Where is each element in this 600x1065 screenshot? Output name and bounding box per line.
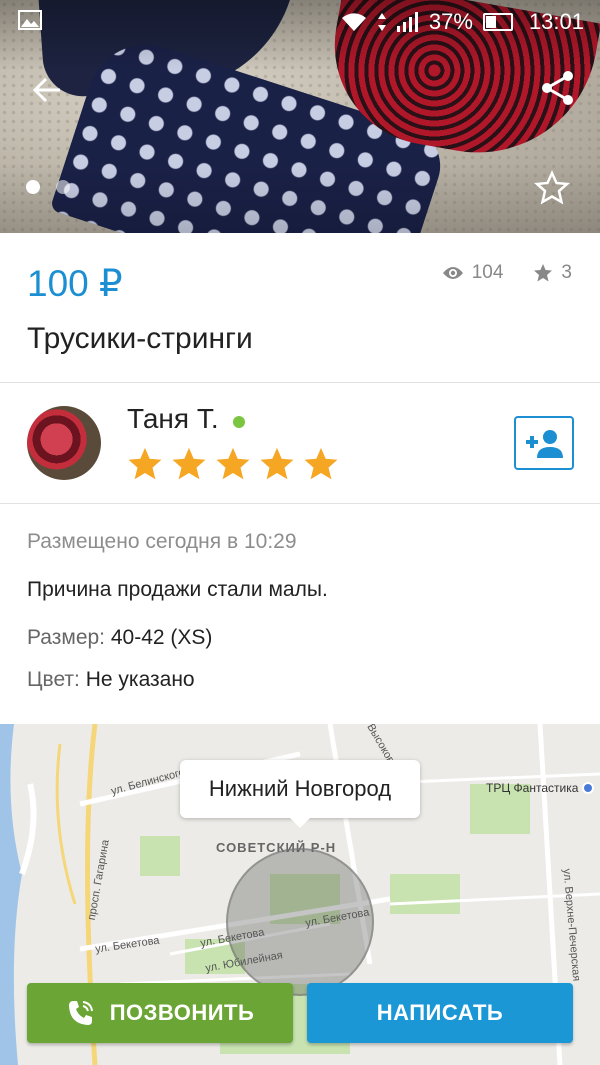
poi-label[interactable]: ТРЦ Фантастика — [486, 781, 595, 795]
star-icon — [534, 264, 553, 282]
divider — [0, 382, 600, 383]
rating-star-icon — [128, 447, 162, 480]
favorite-star-icon[interactable] — [532, 168, 572, 208]
gallery-dot[interactable] — [56, 180, 70, 194]
online-indicator — [233, 416, 245, 428]
rating-star-icon — [260, 447, 294, 480]
avatar[interactable] — [27, 406, 101, 480]
size-row: Размер: 40-42 (XS) — [27, 626, 212, 650]
gallery-dot[interactable] — [26, 180, 40, 194]
write-button[interactable]: НАПИСАТЬ — [307, 983, 573, 1043]
color-row: Цвет: Не указано — [27, 668, 195, 692]
status-bar: 37% 13:01 — [0, 0, 600, 44]
data-arrows-icon — [377, 13, 386, 31]
poi-name: ТРЦ Фантастика — [486, 781, 579, 795]
phone-icon — [68, 1001, 93, 1025]
listing-stats: 104 3 — [442, 262, 572, 284]
add-contact-button[interactable] — [514, 416, 574, 470]
views-count: 104 — [471, 262, 504, 283]
clock: 13:01 — [528, 9, 584, 34]
rating-star-icon — [216, 447, 250, 480]
size-value: 40-42 (XS) — [110, 626, 213, 649]
seller-name[interactable]: Таня Т. — [127, 403, 219, 435]
color-value: Не указано — [85, 668, 195, 691]
divider — [0, 503, 600, 504]
call-button[interactable]: ПОЗВОНИТЬ — [27, 983, 293, 1043]
listing-title: Трусики-стринги — [27, 322, 253, 355]
add-person-icon — [526, 430, 563, 458]
signal-icon — [396, 12, 418, 32]
rating-star-icon — [172, 447, 206, 480]
favorites-count: 3 — [561, 262, 572, 283]
write-button-label: НАПИСАТЬ — [376, 1000, 504, 1025]
posted-date: Размещено сегодня в 10:29 — [27, 530, 297, 553]
gallery-icon — [18, 10, 42, 30]
wifi-icon — [341, 13, 366, 31]
rating-star-icon — [304, 447, 338, 480]
gallery-indicator — [26, 180, 70, 194]
city-tooltip: Нижний Новгород — [180, 760, 420, 828]
location-radius — [226, 848, 374, 996]
battery-icon — [482, 13, 513, 31]
color-label: Цвет: — [27, 668, 80, 691]
map-pin-icon — [582, 782, 595, 794]
back-arrow-icon[interactable] — [28, 70, 68, 110]
battery-percent: 37% — [428, 9, 473, 34]
size-label: Размер: — [27, 626, 106, 649]
share-icon[interactable] — [538, 68, 578, 108]
call-button-label: ПОЗВОНИТЬ — [109, 1000, 255, 1025]
seller-rating — [127, 447, 339, 481]
eye-icon — [442, 267, 463, 279]
description: Причина продажи стали малы. — [27, 578, 328, 601]
price: 100 ₽ — [27, 263, 123, 304]
